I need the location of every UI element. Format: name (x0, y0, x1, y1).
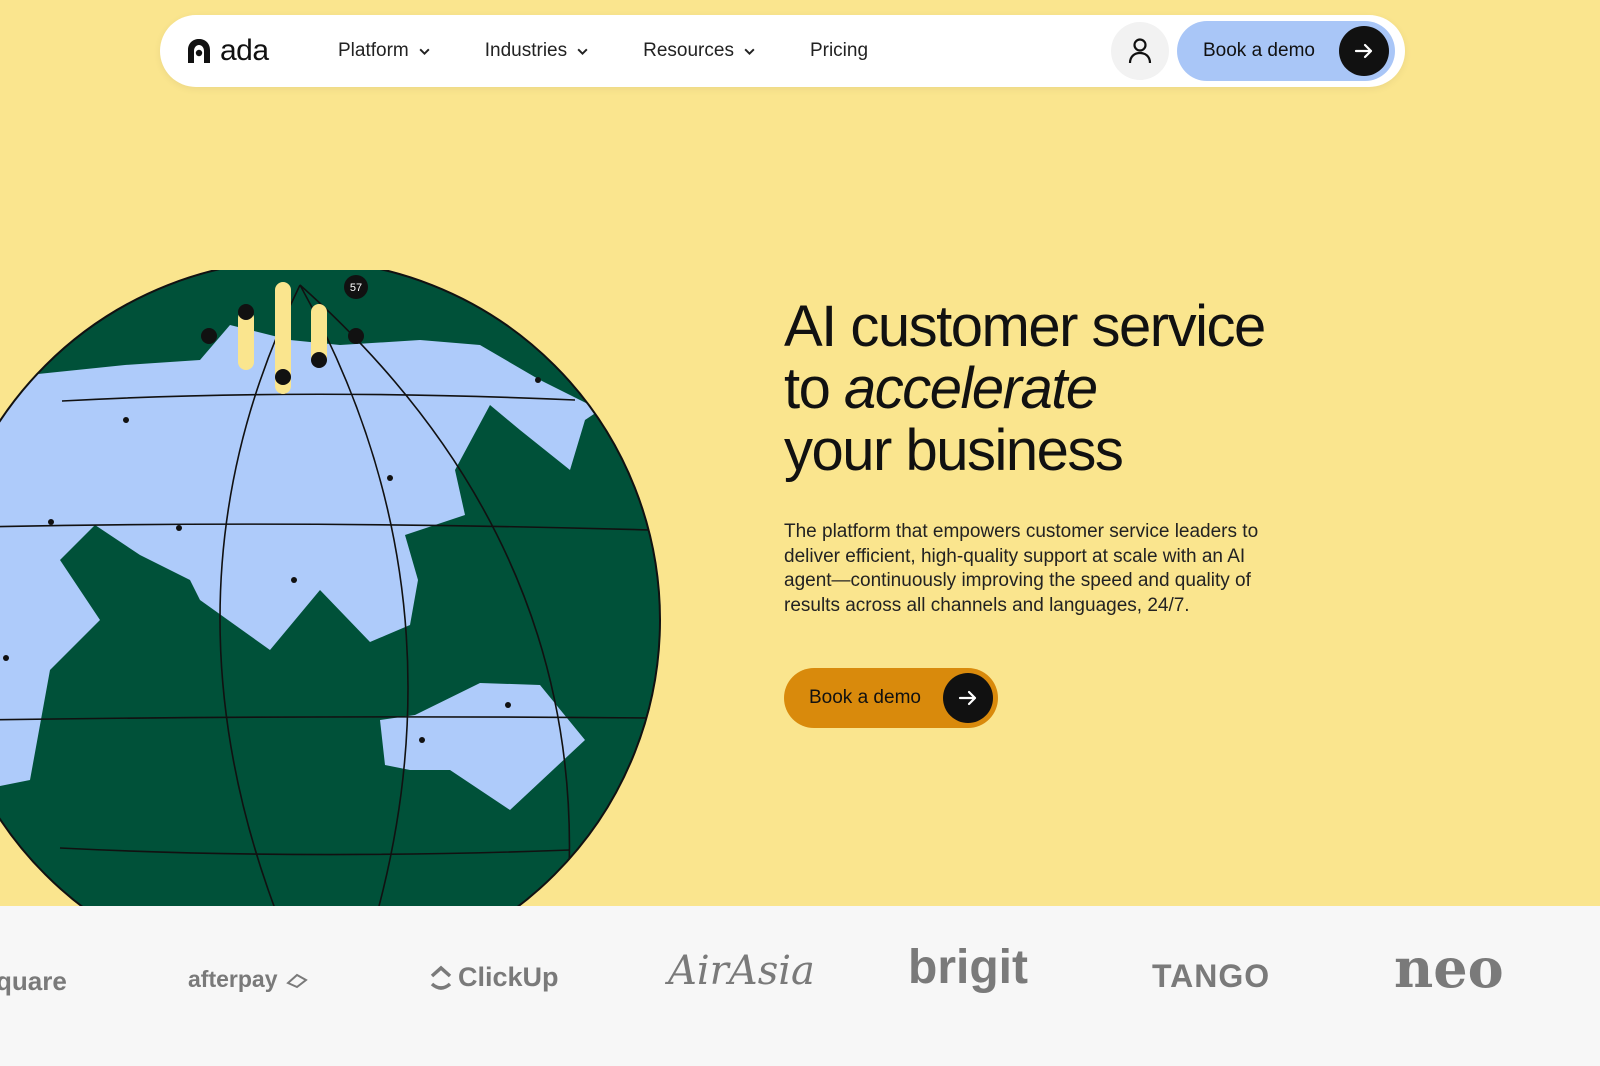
user-icon (1128, 38, 1152, 64)
clickup-icon (430, 965, 452, 990)
main-menu: Platform Industries Resources Pricing (338, 40, 922, 62)
tango-logo: TANGO (1152, 958, 1271, 994)
chevron-down-icon (744, 48, 755, 55)
airasia-logo: AirAsia (668, 948, 815, 994)
menu-label-resources: Resources (643, 40, 734, 61)
clickup-logo: ClickUp (428, 962, 559, 993)
brigit-logo: brigit (908, 941, 1028, 994)
page: ada Platform Industries Resources Pricin… (0, 0, 1600, 1066)
ada-logo[interactable]: ada (184, 34, 324, 68)
globe-illustration: 57 (0, 270, 661, 910)
book-demo-hero-button[interactable]: Book a demo (784, 668, 998, 728)
customer-logos-strip: quare afterpay ClickUp AirAsia brigit TA… (0, 906, 1600, 1066)
arrow-right-icon (943, 673, 993, 723)
menu-label-platform: Platform (338, 40, 409, 61)
headline-line-3: your business (784, 418, 1124, 483)
hero-section: AI customer service to accelerate your b… (784, 296, 1344, 728)
clickup-logo-text: ClickUp (458, 962, 559, 992)
afterpay-logo: afterpay (188, 966, 310, 993)
hero-subtext: The platform that empowers customer serv… (784, 521, 1259, 616)
logo-text: ada (220, 34, 269, 67)
headline-emphasis: accelerate (844, 356, 1098, 421)
globe-badge: 57 (350, 282, 362, 294)
menu-item-resources[interactable]: Resources (643, 40, 756, 62)
chevron-down-icon (419, 48, 430, 55)
menu-item-platform[interactable]: Platform (338, 40, 431, 62)
book-demo-nav-label: Book a demo (1203, 40, 1315, 61)
book-demo-nav-button[interactable]: Book a demo (1177, 21, 1395, 81)
chevron-down-icon (577, 48, 588, 55)
headline-line-2: to accelerate (784, 358, 1344, 420)
neo-logo: neo (1394, 936, 1504, 1000)
headline-line-2-prefix: to (784, 356, 844, 421)
account-button[interactable] (1111, 22, 1169, 80)
book-demo-hero-label: Book a demo (809, 687, 921, 708)
menu-label-pricing: Pricing (809, 40, 869, 61)
top-nav: ada Platform Industries Resources Pricin… (160, 15, 1405, 87)
nav-actions: Book a demo (1111, 21, 1395, 81)
afterpay-arrows-icon (286, 973, 308, 989)
menu-label-industries: Industries (484, 40, 568, 61)
afterpay-logo-text: afterpay (188, 966, 278, 992)
menu-item-industries[interactable]: Industries (485, 40, 589, 62)
square-logo: quare (0, 966, 67, 996)
hero-headline: AI customer service to accelerate your b… (784, 296, 1344, 482)
menu-item-pricing[interactable]: Pricing (810, 40, 868, 62)
headline-line-1: AI customer service (784, 294, 1266, 359)
arrow-right-icon (1339, 26, 1389, 76)
ada-logo-icon (188, 39, 210, 63)
